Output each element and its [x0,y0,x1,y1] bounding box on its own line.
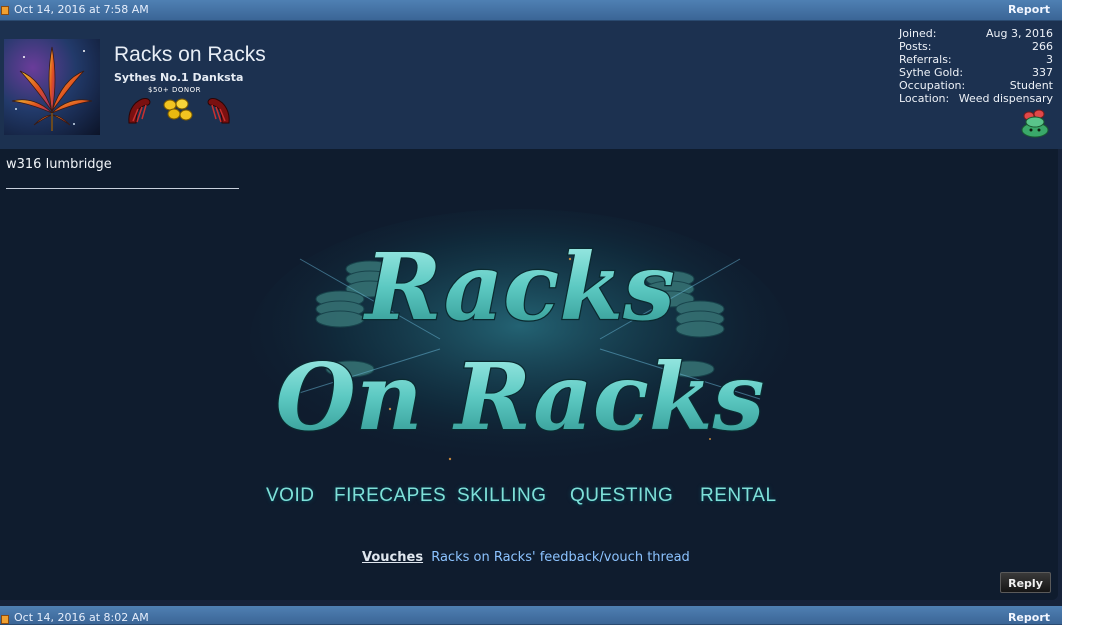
stat-row: Joined: Aug 3, 2016 [899,27,1053,40]
service-skilling: SKILLING [457,485,547,506]
vouches-label[interactable]: Vouches [362,550,423,565]
service-firecapes: FIRECAPES [334,485,447,506]
reply-button[interactable]: Reply [1000,572,1051,593]
stat-label: Posts: [899,40,932,53]
thread-page: Oct 14, 2016 at 7:58 AM Report Racks on … [0,0,1062,625]
plant-pet-icon [1021,109,1049,138]
stat-label: Sythe Gold: [899,66,964,79]
user-stats: Joined: Aug 3, 2016 Posts: 266 Referrals: 3… [899,27,1053,105]
post-message: w316 lumbridge [6,157,112,172]
red-claw-icon [128,98,151,124]
stat-value: Student [1009,79,1053,92]
stat-label: Occupation: [899,79,966,92]
red-claw-icon [207,98,230,124]
avatar[interactable] [4,39,100,135]
stat-row: Occupation: Student [899,79,1053,92]
post-date: Oct 14, 2016 at 7:58 AM [14,3,149,16]
stat-row: Sythe Gold: 337 [899,66,1053,79]
service-void: VOID [266,485,315,506]
vouch-thread-link[interactable]: Racks on Racks' feedback/vouch thread [431,550,690,565]
service-questing: QUESTING [570,485,674,506]
post-header: Oct 14, 2016 at 8:02 AM Report [0,606,1062,625]
vouch-line: Vouches Racks on Racks' feedback/vouch t… [362,550,690,565]
stat-row: Posts: 266 [899,40,1053,53]
stat-label: Joined: [899,27,937,40]
user-title: Sythes No.1 Danksta [114,71,244,84]
stat-label: Location: [899,92,950,105]
post-status-icon [1,6,9,15]
report-link[interactable]: Report [1008,606,1050,630]
banner-title-line1: Racks [362,233,675,341]
username[interactable]: Racks on Racks [114,43,266,67]
post-date: Oct 14, 2016 at 8:02 AM [14,611,149,624]
service-rental: RENTAL [700,485,777,506]
stat-row: Referrals: 3 [899,53,1053,66]
post-header: Oct 14, 2016 at 7:58 AM Report [0,0,1062,21]
stat-label: Referrals: [899,53,952,66]
leaf-avatar-icon [11,46,93,131]
post-body: w316 lumbridge Racks On Racks VOID FIREC… [0,149,1058,600]
stat-value: 337 [1032,66,1053,79]
report-link[interactable]: Report [1008,0,1050,20]
gold-coins-icon [163,98,193,121]
stat-value: Aug 3, 2016 [986,27,1053,40]
stat-value: 266 [1032,40,1053,53]
donor-badge-label: $50+ DONOR [148,86,201,94]
signature-divider [6,188,239,189]
user-info-panel: Racks on Racks Sythes No.1 Danksta $50+ … [0,21,1062,149]
post-status-icon [1,615,9,624]
stat-value: 3 [1046,53,1053,66]
signature-banner: Racks On Racks [250,209,790,469]
stat-value: Weed dispensary [958,92,1053,105]
stat-row: Location: Weed dispensary [899,92,1053,105]
banner-title-line2: On Racks [276,343,765,451]
